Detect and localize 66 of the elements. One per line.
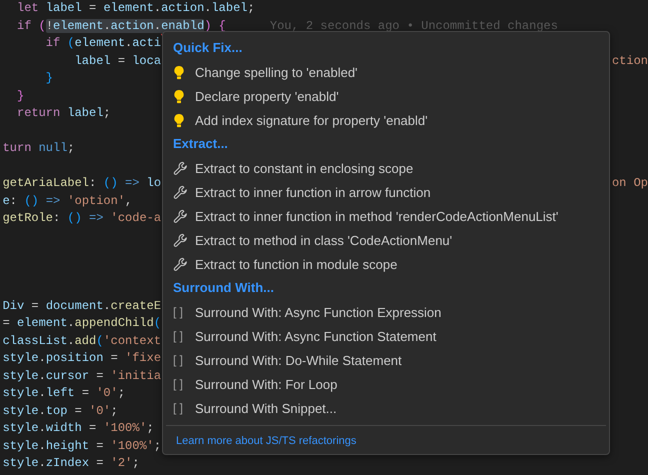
menu-item[interactable]: Declare property 'enabld' (163, 84, 609, 108)
code-line: turn null; (2, 140, 75, 157)
menu-item-label: Add index signature for property 'enabld' (195, 112, 428, 128)
wrench-icon (173, 232, 188, 248)
menu-item[interactable]: Extract to inner function in arrow function (163, 180, 609, 204)
lightbulb-icon (173, 64, 185, 80)
wrench-icon (173, 160, 188, 176)
lightbulb-icon (173, 88, 185, 104)
wrench-icon (173, 208, 188, 224)
code-line: getAriaLabel: () => lo (2, 175, 162, 192)
code-line: getRole: () => 'code-a (2, 210, 162, 227)
bracket-icon: [ ] (173, 377, 195, 391)
menu-item-label: Declare property 'enabld' (195, 88, 339, 104)
menu-item[interactable]: Extract to method in class 'CodeActionMenu' (163, 228, 609, 252)
menu-item-label: Surround With Snippet... (195, 400, 337, 416)
code-line: } (44, 70, 54, 87)
lightbulb-icon (173, 112, 185, 128)
bracket-icon: [ ] (173, 329, 195, 343)
menu-item-label: Extract to method in class 'CodeActionMenu' (195, 232, 452, 248)
blame-annotation: You, 2 seconds ago • Uncommitted changes (270, 18, 558, 34)
menu-item[interactable]: Extract to inner function in method 'renderCodeActionMenuList' (163, 204, 609, 228)
menu-item-label: Change spelling to 'enabled' (195, 64, 358, 80)
code-line: label = loca (74, 52, 162, 70)
menu-item[interactable]: Add index signature for property 'enabld' (163, 108, 609, 132)
code-line: style.zIndex = '2'; (2, 455, 140, 472)
code-line: style.position = 'fixe (2, 350, 162, 367)
wrench-icon (173, 256, 188, 272)
code-line: e: () => 'option', (2, 192, 132, 210)
menu-item[interactable]: [ ] Surround With: Async Function Statement (163, 324, 609, 348)
code-line: style.left = '0'; (2, 385, 126, 402)
menu-item[interactable]: [ ] Surround With Snippet... (163, 396, 609, 420)
menu-item[interactable]: Change spelling to 'enabled' (163, 60, 609, 84)
bracket-icon: [ ] (173, 353, 195, 367)
learn-more-link[interactable]: Learn more about JS/TS refactorings (176, 435, 356, 447)
menu-item[interactable]: [ ] Surround With: Async Function Expression (163, 300, 609, 324)
menu-item-label: Surround With: Async Function Expression (195, 304, 442, 320)
code-line: style.height = '100%'; (2, 438, 162, 454)
code-line: if (element.acti (44, 35, 162, 52)
section-header: Quick Fix... (172, 39, 244, 57)
code-line: classList.add('context (2, 332, 162, 350)
menu-item-label: Surround With: Do-While Statement (195, 352, 402, 368)
menu-item[interactable]: Extract to constant in enclosing scope (163, 156, 609, 180)
menu-item[interactable]: [ ] Surround With: Do-While Statement (163, 348, 609, 372)
code-fragment: on Op (612, 175, 648, 192)
code-line: return label; (16, 105, 111, 122)
menu-item-label: Extract to function in module scope (195, 256, 398, 272)
code-line: } (16, 88, 24, 104)
code-line: style.top = '0'; (2, 402, 118, 420)
bracket-icon: [ ] (173, 401, 195, 415)
section-header: Extract... (172, 135, 229, 153)
menu-item-label: Surround With: For Loop (195, 376, 338, 392)
menu-item[interactable]: Extract to function in module scope (163, 252, 609, 276)
code-line: style.cursor = 'initia (2, 368, 162, 384)
code-fragment: ction (612, 52, 648, 70)
code-line: let label = element.action.label; (16, 0, 255, 17)
code-line: Div = document.createE (2, 298, 162, 314)
menu-item-label: Extract to constant in enclosing scope (195, 160, 414, 176)
menu-item-label: Surround With: Async Function Statement (195, 328, 436, 344)
section-header: Surround With... (172, 279, 275, 297)
code-line: style.width = '100%'; (2, 420, 154, 437)
bracket-icon: [ ] (173, 305, 195, 319)
menu-item-label: Extract to inner function in arrow function (195, 184, 431, 200)
code-line: = element.appendChild( (2, 315, 162, 332)
menu-item[interactable]: [ ] Surround With: For Loop (163, 372, 609, 396)
wrench-icon (173, 184, 188, 200)
menu-item-label: Extract to inner function in method 'renderCodeActionMenuList' (195, 208, 558, 224)
